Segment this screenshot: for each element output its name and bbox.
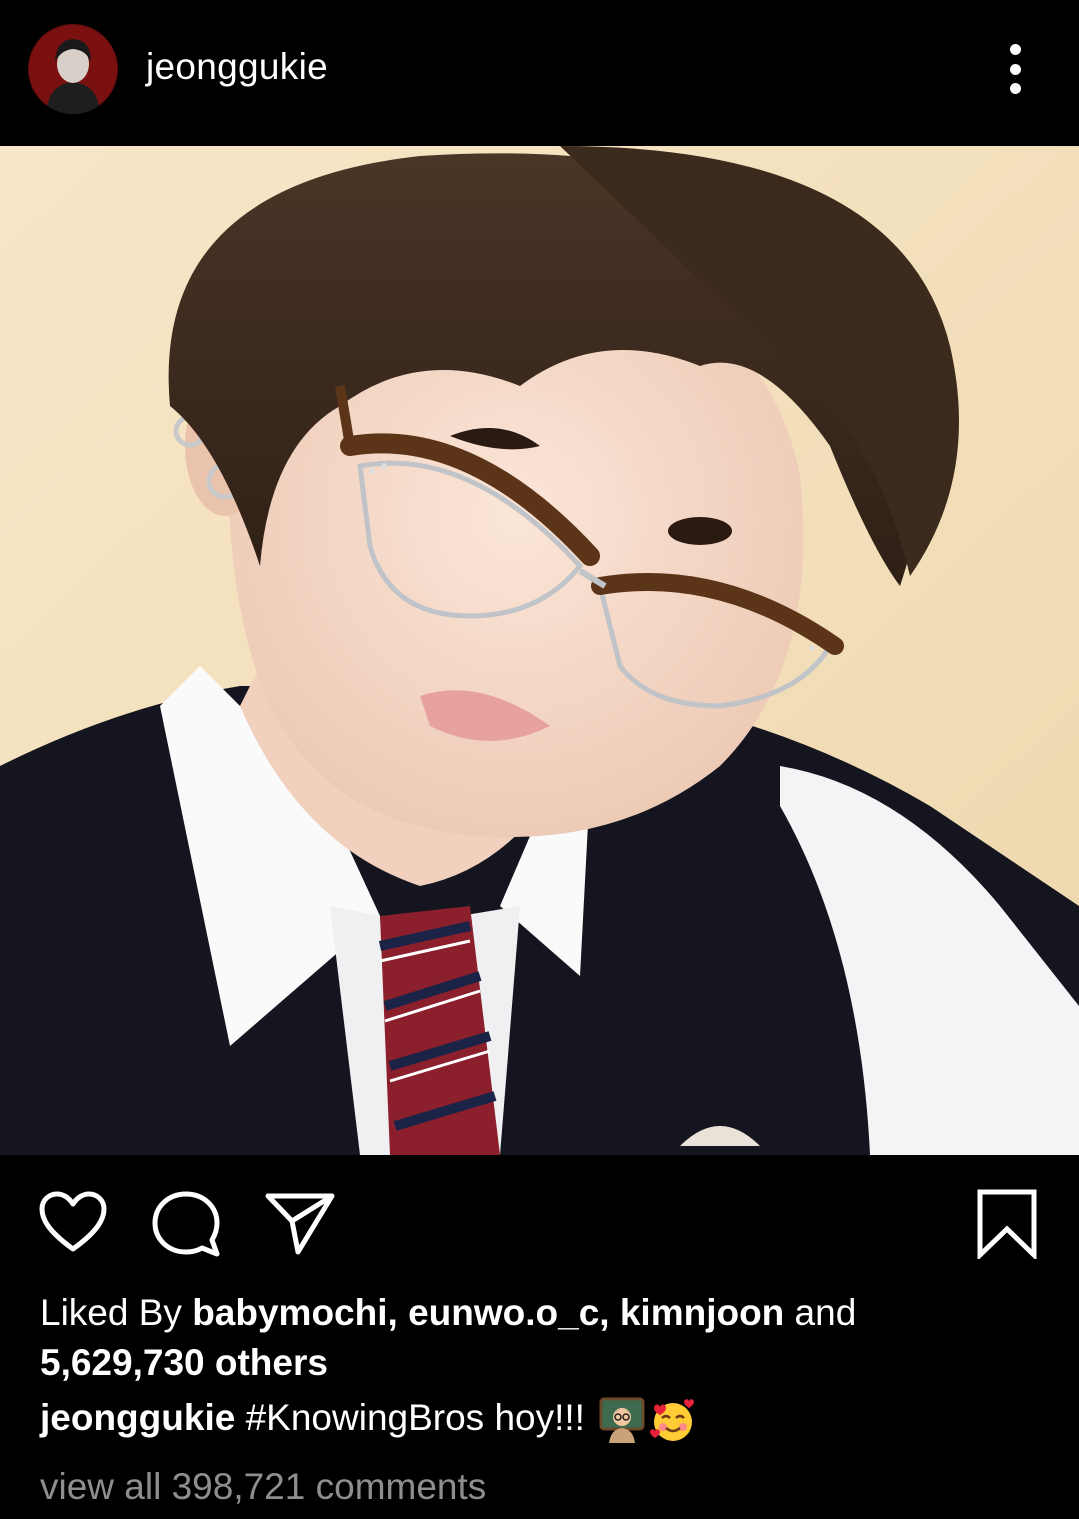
caption-text: #KnowingBros hoy!!! (235, 1397, 596, 1438)
post-caption: jeonggukie #KnowingBros hoy!!! (40, 1393, 1050, 1444)
liked-by-users[interactable]: babymochi, eunwo.o_c, kimnjoon (192, 1292, 784, 1333)
post-header: jeonggukie (0, 0, 1079, 146)
more-vertical-icon[interactable] (998, 44, 1032, 94)
bookmark-icon[interactable] (976, 1189, 1038, 1259)
profile-avatar[interactable] (28, 24, 118, 114)
caption-username[interactable]: jeonggukie (40, 1397, 235, 1438)
heart-icon[interactable] (38, 1191, 108, 1255)
view-all-comments-link[interactable]: view all 398,721 comments (40, 1462, 486, 1512)
likes-count[interactable]: 5,629,730 others (40, 1342, 328, 1383)
smiling-hearts-emoji-icon (650, 1399, 695, 1442)
teacher-emoji-icon (599, 1397, 645, 1444)
comment-bubble-icon[interactable] (150, 1189, 222, 1259)
likes-summary[interactable]: Liked By babymochi, eunwo.o_c, kimnjoon … (40, 1288, 1050, 1388)
likes-connector: and (784, 1292, 857, 1333)
selfie-photo (0, 146, 1079, 1155)
paper-plane-icon[interactable] (264, 1191, 336, 1257)
action-bar (0, 1155, 1079, 1275)
post-username[interactable]: jeonggukie (146, 46, 328, 88)
likes-prefix: Liked By (40, 1292, 193, 1333)
post-image[interactable] (0, 146, 1079, 1155)
